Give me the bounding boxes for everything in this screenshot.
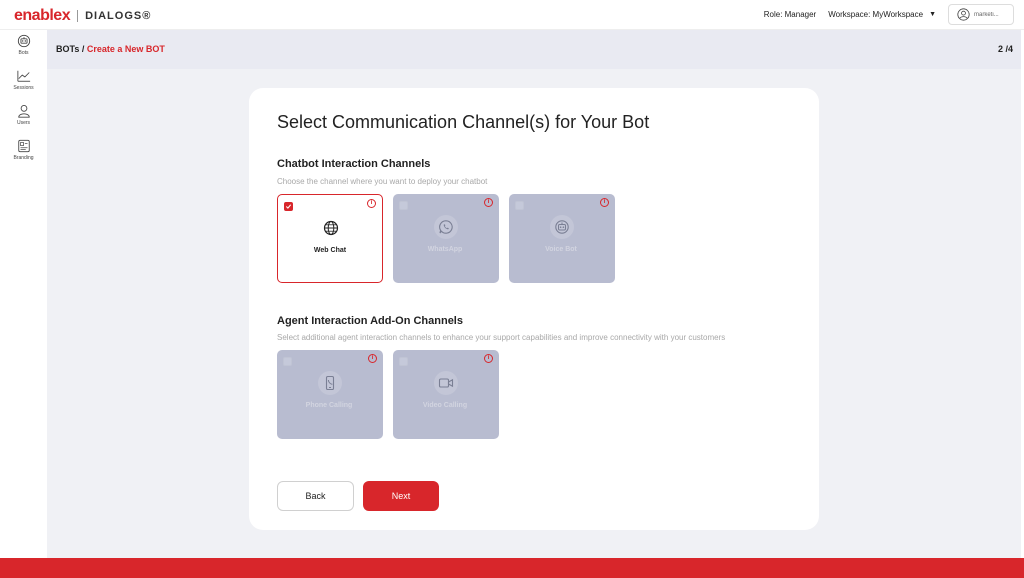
channel-icon-wrap (434, 215, 458, 239)
sidebar-item-label: Branding (13, 155, 34, 161)
channel-icon-wrap (318, 371, 342, 395)
globe-icon (323, 220, 339, 236)
sidebar-item-users[interactable]: Users (0, 104, 47, 135)
sidebar-item-sessions[interactable]: Sessions (0, 69, 47, 100)
logo-enablex: enablex (14, 7, 71, 24)
channel-icon-wrap (434, 371, 458, 395)
sidebar-item-label: Users (16, 120, 31, 126)
bot-icon (17, 34, 30, 48)
channel-tile-video-calling: i Video Calling (393, 350, 499, 439)
channel-tile-web-chat[interactable]: i Web Chat (277, 194, 383, 283)
sidebar: Bots Sessions Users Branding (0, 30, 47, 558)
channel-icon-wrap (550, 215, 574, 239)
sidebar-item-label: Sessions (13, 85, 34, 91)
next-button[interactable]: Next (363, 481, 439, 511)
checkbox-disabled (399, 201, 408, 210)
checkbox-disabled (515, 201, 524, 210)
whatsapp-icon (439, 220, 453, 234)
workspace-selector[interactable]: Workspace: MyWorkspace ▼ (828, 10, 936, 19)
back-button[interactable]: Back (277, 481, 354, 511)
sidebar-item-bots[interactable]: Bots (0, 34, 47, 65)
user-icon (17, 105, 30, 118)
chatbot-section-subtitle: Choose the channel where you want to dep… (277, 177, 488, 186)
breadcrumb-separator: / (79, 44, 87, 54)
channel-tile-phone-calling: i Phone Calling (277, 350, 383, 439)
info-icon[interactable]: i (484, 198, 493, 207)
top-right-controls: Role: Manager Workspace: MyWorkspace ▼ m… (764, 4, 1014, 25)
footer-bar (0, 558, 1024, 578)
role-label: Role: Manager (763, 10, 817, 19)
channel-tile-whatsapp: i WhatsApp (393, 194, 499, 283)
sub-header: BOTs / Create a New BOT 2 /4 (47, 30, 1021, 69)
phone-icon (325, 375, 335, 391)
check-icon (285, 204, 292, 209)
sidebar-item-label: Bots (18, 50, 29, 56)
caret-down-icon: ▼ (929, 11, 936, 18)
workspace-label: Workspace: MyWorkspace (828, 10, 924, 19)
video-icon (438, 378, 454, 388)
info-icon[interactable]: i (600, 198, 609, 207)
breadcrumb-root[interactable]: BOTs (56, 44, 79, 54)
breadcrumb: BOTs / Create a New BOT (56, 44, 165, 54)
step-indicator: 2 /4 (997, 44, 1013, 54)
top-bar: enablex DIALOGS® Role: Manager Workspace… (0, 0, 1024, 30)
checkbox-disabled (399, 357, 408, 366)
checkbox-checked[interactable] (284, 202, 293, 211)
channel-icon-wrap (319, 216, 343, 240)
page-title: Select Communication Channel(s) for Your… (277, 112, 650, 132)
info-icon[interactable]: i (484, 354, 493, 363)
channel-label: Video Calling (422, 402, 468, 409)
channel-selection-card: Select Communication Channel(s) for Your… (249, 88, 819, 530)
channel-label: Web Chat (313, 247, 347, 254)
channel-tile-voice-bot: i Voice Bot (509, 194, 615, 283)
info-icon[interactable]: i (367, 199, 376, 208)
channel-label: Phone Calling (305, 402, 353, 409)
voice-bot-icon (555, 220, 569, 234)
chatbot-section-title: Chatbot Interaction Channels (277, 158, 431, 170)
main-content: BOTs / Create a New BOT 2 /4 Select Comm… (47, 30, 1021, 558)
channel-label: Voice Bot (545, 246, 577, 253)
user-menu[interactable]: marketi... (948, 4, 1014, 25)
checkbox-disabled (283, 357, 292, 366)
info-icon[interactable]: i (368, 354, 377, 363)
branding-icon (17, 139, 30, 153)
user-avatar-icon (957, 8, 970, 21)
line-chart-icon (16, 70, 30, 82)
sidebar-item-branding[interactable]: Branding (0, 139, 47, 170)
user-name: marketi... (974, 11, 999, 18)
breadcrumb-current: Create a New BOT (86, 44, 165, 54)
channel-label: WhatsApp (427, 246, 463, 253)
agent-section-subtitle: Select additional agent interaction chan… (277, 333, 726, 342)
logo-divider (77, 10, 79, 22)
agent-section-title: Agent Interaction Add-On Channels (277, 315, 463, 327)
logo-dialogs: DIALOGS® (85, 10, 152, 22)
app-logo[interactable]: enablex DIALOGS® (14, 7, 151, 25)
